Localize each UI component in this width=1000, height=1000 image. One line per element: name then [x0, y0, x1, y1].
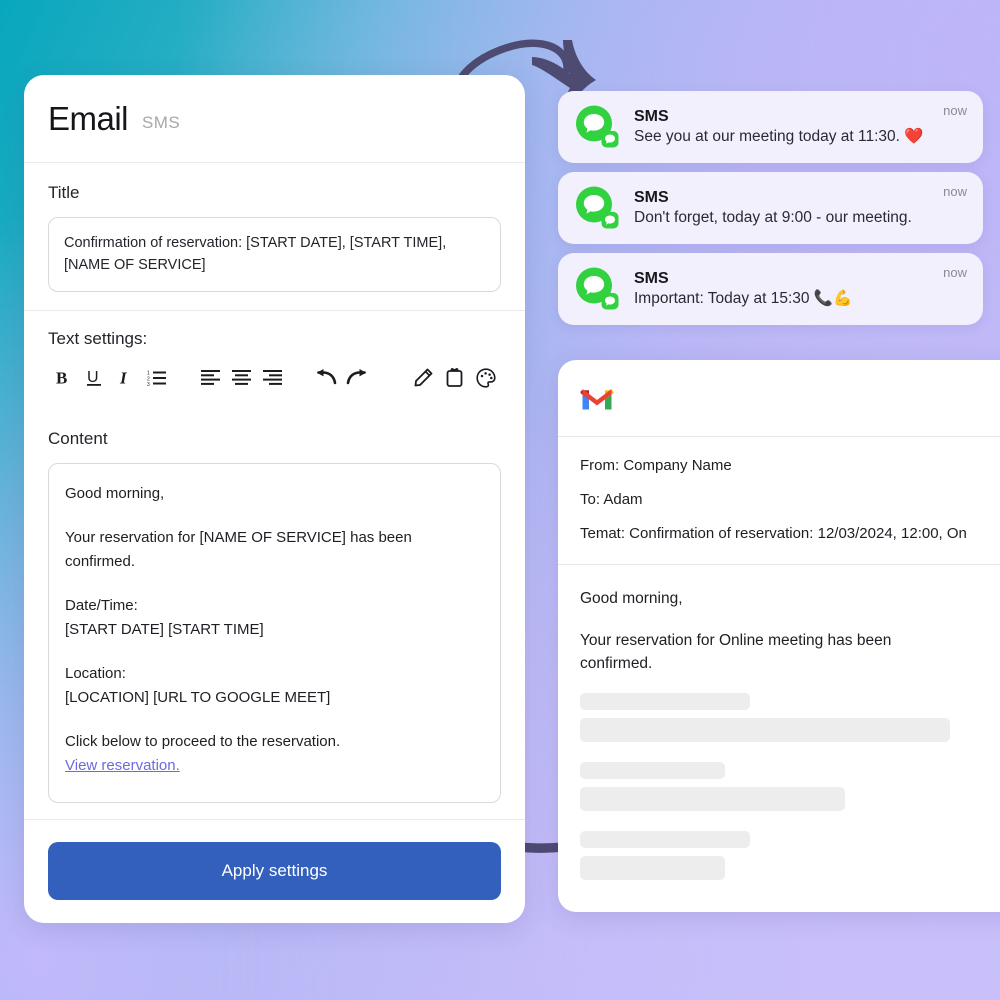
align-left-icon[interactable] [195, 363, 226, 393]
sms-timestamp: now [943, 184, 967, 199]
gmail-subject-line: Temat: Confirmation of reservation: 12/0… [580, 524, 967, 542]
clipboard-icon[interactable] [439, 363, 470, 393]
sms-notification-card[interactable]: SMS Important: Today at 15:30 📞💪 now [558, 253, 983, 325]
placeholder-spacer [580, 750, 1000, 762]
undo-icon[interactable] [310, 363, 341, 393]
placeholder-spacer [580, 819, 1000, 831]
gmail-to-line: To: Adam [580, 490, 643, 508]
tab-email[interactable]: Email [48, 100, 129, 138]
placeholder-bar [580, 693, 750, 710]
sms-bubble-icon [574, 185, 620, 231]
sms-bubble-icon [574, 104, 620, 150]
sms-card-body: SMS See you at our meeting today at 11:3… [634, 107, 929, 147]
content-paragraph: Date/Time: [START DATE] [START TIME] [65, 596, 264, 638]
text-settings-section: Text settings: B U I 1 2 3 [24, 311, 525, 409]
text-settings-label: Text settings: [48, 328, 148, 348]
sms-card-body: SMS Don't forget, today at 9:00 - our me… [634, 188, 929, 228]
svg-text:I: I [119, 369, 128, 387]
sms-notification-card[interactable]: SMS Don't forget, today at 9:00 - our me… [558, 172, 983, 244]
placeholder-bar [580, 856, 725, 880]
email-settings-panel: Email SMS Title Confirmation of reservat… [24, 75, 525, 923]
content-paragraph: Location: [LOCATION] [URL TO GOOGLE MEET… [65, 664, 331, 706]
numbered-list-icon[interactable]: 1 2 3 [141, 363, 172, 393]
italic-icon[interactable]: I [110, 363, 141, 393]
gmail-preview-card: From: Company Name To: Adam Temat: Confi… [558, 360, 1000, 912]
align-center-icon[interactable] [226, 363, 257, 393]
placeholder-bar [580, 762, 725, 779]
gmail-greeting: Good morning, [580, 590, 683, 608]
tab-sms[interactable]: SMS [142, 105, 180, 133]
content-paragraph-last: Click below to proceed to the reservatio… [65, 730, 484, 778]
sms-app-name: SMS [634, 188, 669, 206]
pencil-icon[interactable] [408, 363, 439, 393]
gmail-logo-icon [580, 389, 614, 410]
underline-icon[interactable]: U [79, 363, 110, 393]
sms-timestamp: now [943, 265, 967, 280]
formatting-toolbar: B U I 1 2 3 [48, 363, 501, 393]
sms-bubble-icon [574, 266, 620, 312]
panel-footer: Apply settings [24, 820, 525, 922]
align-right-icon[interactable] [257, 363, 288, 393]
sms-message: See you at our meeting today at 11:30. ❤… [634, 127, 924, 145]
view-reservation-link[interactable]: View reservation. [65, 757, 180, 774]
content-paragraph: Your reservation for [NAME OF SERVICE] h… [65, 528, 412, 570]
sms-message: Important: Today at 15:30 📞💪 [634, 289, 853, 307]
svg-text:3: 3 [147, 382, 150, 386]
title-label: Title [48, 183, 80, 202]
content-label: Content [48, 428, 108, 448]
content-cta-text: Click below to proceed to the reservatio… [65, 732, 341, 750]
redo-icon[interactable] [341, 363, 372, 393]
sms-app-name: SMS [634, 269, 669, 287]
content-paragraph: Good morning, [65, 484, 165, 502]
sms-timestamp: now [943, 103, 967, 118]
apply-settings-button[interactable]: Apply settings [48, 841, 501, 900]
sms-notification-card[interactable]: SMS See you at our meeting today at 11:3… [558, 91, 983, 163]
palette-icon[interactable] [470, 363, 501, 393]
svg-text:U: U [87, 369, 99, 386]
sms-card-body: SMS Important: Today at 15:30 📞💪 [634, 269, 929, 309]
gmail-body: Good morning, Your reservation for Onlin… [558, 565, 1000, 880]
gmail-header [558, 360, 1000, 437]
svg-text:B: B [56, 369, 67, 387]
placeholder-bar [580, 787, 845, 811]
gmail-confirmation-text: Your reservation for Online meeting has … [580, 631, 892, 672]
title-input[interactable]: Confirmation of reservation: [START DATE… [48, 217, 501, 292]
sms-message: Don't forget, today at 9:00 - our meetin… [634, 208, 912, 226]
sms-app-name: SMS [634, 107, 669, 125]
content-textarea[interactable]: Good morning, Your reservation for [NAME… [48, 462, 501, 803]
panel-tabs: Email SMS [24, 75, 525, 163]
bold-icon[interactable]: B [48, 363, 79, 393]
gmail-meta-block: From: Company Name To: Adam Temat: Confi… [558, 437, 1000, 566]
title-section: Title Confirmation of reservation: [STAR… [24, 163, 525, 311]
placeholder-bar [580, 718, 950, 742]
content-section: Content Good morning, Your reservation f… [24, 409, 525, 820]
placeholder-bar [580, 831, 750, 848]
gmail-from-line: From: Company Name [580, 457, 732, 474]
